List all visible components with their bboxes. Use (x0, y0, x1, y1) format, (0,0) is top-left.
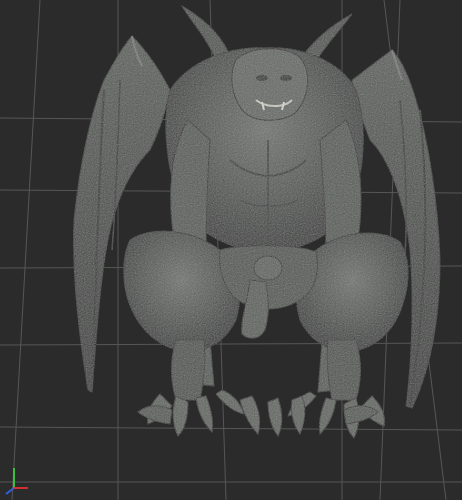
z-axis-icon (5, 487, 15, 495)
gargoyle-model[interactable] (0, 0, 462, 500)
axis-gizmo-icon (5, 468, 28, 495)
3d-viewport[interactable] (0, 0, 462, 500)
